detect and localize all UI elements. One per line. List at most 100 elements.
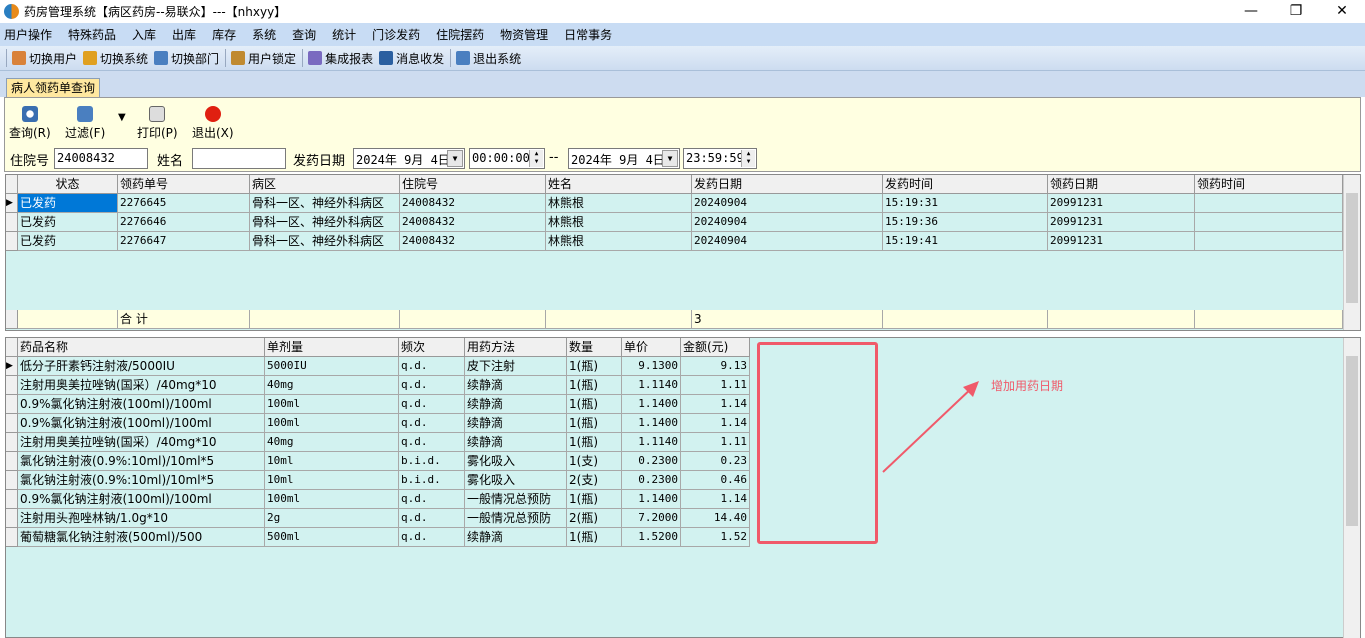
- spinner-icon[interactable]: ▲ ▼: [529, 150, 543, 167]
- toolbar-button-switch-department[interactable]: 切换部门: [154, 50, 219, 67]
- filter-dropdown-icon[interactable]: ▼: [118, 112, 126, 123]
- table-row[interactable]: 氯化钠注射液(0.9%:10ml)/10ml*5 10ml b.i.d. 雾化吸入 1(…: [6, 452, 750, 471]
- table-row[interactable]: 注射用奥美拉唑钠(国采）/40mg*10 40mg q.d. 续静滴 1(瓶) 1.114…: [6, 376, 750, 395]
- row-indicator[interactable]: [6, 213, 18, 232]
- name-input[interactable]: [192, 148, 286, 169]
- toolbar-label: 用户锁定: [248, 51, 297, 66]
- menu-item[interactable]: 统计: [332, 26, 356, 43]
- table-cell: 1.5200: [622, 528, 681, 547]
- row-indicator[interactable]: [6, 433, 18, 452]
- table-row[interactable]: 0.9%氯化钠注射液(100ml)/100ml 100ml q.d. 一般情况总预防 1…: [6, 490, 750, 509]
- spinner-icon[interactable]: ▲ ▼: [741, 150, 755, 167]
- table-cell: q.d.: [399, 414, 465, 433]
- menu-item[interactable]: 系统: [252, 26, 276, 43]
- row-indicator[interactable]: [6, 528, 18, 547]
- row-indicator[interactable]: [6, 471, 18, 490]
- chevron-down-icon[interactable]: ▼: [662, 150, 678, 167]
- table-row[interactable]: 已发药 2276646 骨科一区、神经外科病区 24008432 林熊根 20240904…: [6, 213, 1343, 232]
- menu-item[interactable]: 入库: [132, 26, 156, 43]
- menu-item[interactable]: 用户操作: [4, 26, 52, 43]
- column-header[interactable]: 数量: [567, 338, 622, 357]
- table-row[interactable]: 0.9%氯化钠注射液(100ml)/100ml 100ml q.d. 续静滴 1(瓶) 1…: [6, 414, 750, 433]
- column-header[interactable]: 药品名称: [18, 338, 265, 357]
- table-row[interactable]: 已发药 2276647 骨科一区、神经外科病区 24008432 林熊根 20240904…: [6, 232, 1343, 251]
- row-indicator[interactable]: [6, 509, 18, 528]
- inpatient-no-input[interactable]: 24008432: [54, 148, 148, 169]
- row-indicator: [6, 175, 18, 194]
- toolbar-button-switch-user[interactable]: 切换用户: [12, 50, 77, 67]
- close-button[interactable]: ✕: [1319, 0, 1365, 23]
- table-cell: 一般情况总预防: [465, 509, 567, 528]
- table-row[interactable]: 0.9%氯化钠注射液(100ml)/100ml 100ml q.d. 续静滴 1(瓶) 1…: [6, 395, 750, 414]
- menu-item[interactable]: 查询: [292, 26, 316, 43]
- table-row[interactable]: 氯化钠注射液(0.9%:10ml)/10ml*5 10ml b.i.d. 雾化吸入 2(…: [6, 471, 750, 490]
- exit-button[interactable]: 退出(X): [192, 106, 234, 141]
- minimize-button[interactable]: —: [1228, 0, 1274, 23]
- column-header[interactable]: 姓名: [546, 175, 692, 194]
- table-cell: 骨科一区、神经外科病区: [250, 213, 400, 232]
- toolbar-button-message[interactable]: 消息收发: [379, 50, 444, 67]
- print-button[interactable]: 打印(P): [137, 106, 178, 141]
- toolbar-grip[interactable]: [6, 49, 7, 67]
- column-header[interactable]: 单剂量: [265, 338, 399, 357]
- menu-item[interactable]: 住院摆药: [436, 26, 484, 43]
- column-header[interactable]: 发药日期: [692, 175, 883, 194]
- chevron-down-icon[interactable]: ▼: [447, 150, 463, 167]
- column-header[interactable]: 领药日期: [1048, 175, 1195, 194]
- column-header[interactable]: 领药时间: [1195, 175, 1343, 194]
- toolbar-button-exit-system[interactable]: 退出系统: [456, 50, 521, 67]
- table-cell: 9.13: [681, 357, 750, 376]
- row-indicator[interactable]: [6, 414, 18, 433]
- toolbar-button-user-lock[interactable]: 用户锁定: [231, 50, 296, 67]
- tab-patient-dispense-query[interactable]: 病人领药单查询: [6, 78, 101, 97]
- menu-item[interactable]: 物资管理: [500, 26, 548, 43]
- table-row[interactable]: ▶ 已发药 2276645 骨科一区、神经外科病区 24008432 林熊根 2024090…: [6, 194, 1343, 213]
- toolbar-button-switch-system[interactable]: 切换系统: [83, 50, 148, 67]
- filter-button[interactable]: 过滤(F): [65, 106, 105, 141]
- column-header[interactable]: 发药时间: [883, 175, 1048, 194]
- column-header[interactable]: 用药方法: [465, 338, 567, 357]
- table-cell: 14.40: [681, 509, 750, 528]
- toolbar-button-report[interactable]: 集成报表: [308, 50, 373, 67]
- table-cell: q.d.: [399, 395, 465, 414]
- time-from-input[interactable]: 00:00:00 ▲ ▼: [469, 148, 545, 169]
- column-header[interactable]: 领药单号: [118, 175, 250, 194]
- row-indicator[interactable]: [6, 490, 18, 509]
- row-indicator[interactable]: [6, 232, 18, 251]
- top-grid-scrollbar[interactable]: [1343, 175, 1360, 330]
- table-row[interactable]: ▶ 低分子肝素钙注射液/5000IU 5000IU q.d. 皮下注射 1(瓶) 9.130…: [6, 357, 750, 376]
- menu-item[interactable]: 日常事务: [564, 26, 612, 43]
- column-header[interactable]: 金额(元): [681, 338, 750, 357]
- table-cell: q.d.: [399, 528, 465, 547]
- column-header[interactable]: 病区: [250, 175, 400, 194]
- table-cell: 9.1300: [622, 357, 681, 376]
- scrollbar-thumb[interactable]: [1346, 356, 1358, 526]
- table-row[interactable]: 注射用头孢唑林钠/1.0g*10 2g q.d. 一般情况总预防 2(瓶) 7.2000 1…: [6, 509, 750, 528]
- menu-item[interactable]: 库存: [212, 26, 236, 43]
- date-from-picker[interactable]: 2024年 9月 4日 ▼: [353, 148, 465, 169]
- column-header[interactable]: 单价: [622, 338, 681, 357]
- query-button[interactable]: 查询(R): [9, 106, 51, 141]
- scrollbar-thumb[interactable]: [1346, 193, 1358, 303]
- current-row-pointer-icon[interactable]: ▶: [6, 194, 18, 213]
- time-to-value: 23:59:59: [686, 151, 744, 165]
- menu-item[interactable]: 门诊发药: [372, 26, 420, 43]
- current-row-pointer-icon[interactable]: ▶: [6, 357, 18, 376]
- menu-item[interactable]: 特殊药品: [68, 26, 116, 43]
- column-header[interactable]: 住院号: [400, 175, 546, 194]
- column-header[interactable]: 状态: [18, 175, 118, 194]
- row-indicator[interactable]: [6, 376, 18, 395]
- date-to-picker[interactable]: 2024年 9月 4日 ▼: [568, 148, 680, 169]
- table-row[interactable]: 注射用奥美拉唑钠(国采）/40mg*10 40mg q.d. 续静滴 1(瓶) 1.114…: [6, 433, 750, 452]
- toolbar-label: 退出系统: [473, 51, 522, 66]
- table-cell: q.d.: [399, 509, 465, 528]
- menu-item[interactable]: 出库: [172, 26, 196, 43]
- maximize-button[interactable]: ❐: [1273, 0, 1319, 23]
- column-header[interactable]: 频次: [399, 338, 465, 357]
- time-to-input[interactable]: 23:59:59 ▲ ▼: [683, 148, 757, 169]
- bottom-grid-scrollbar[interactable]: [1343, 338, 1360, 638]
- filter-label: 过滤(F): [65, 126, 106, 140]
- row-indicator[interactable]: [6, 452, 18, 471]
- table-row[interactable]: 葡萄糖氯化钠注射液(500ml)/500 500ml q.d. 续静滴 1(瓶) 1.52…: [6, 528, 750, 547]
- row-indicator[interactable]: [6, 395, 18, 414]
